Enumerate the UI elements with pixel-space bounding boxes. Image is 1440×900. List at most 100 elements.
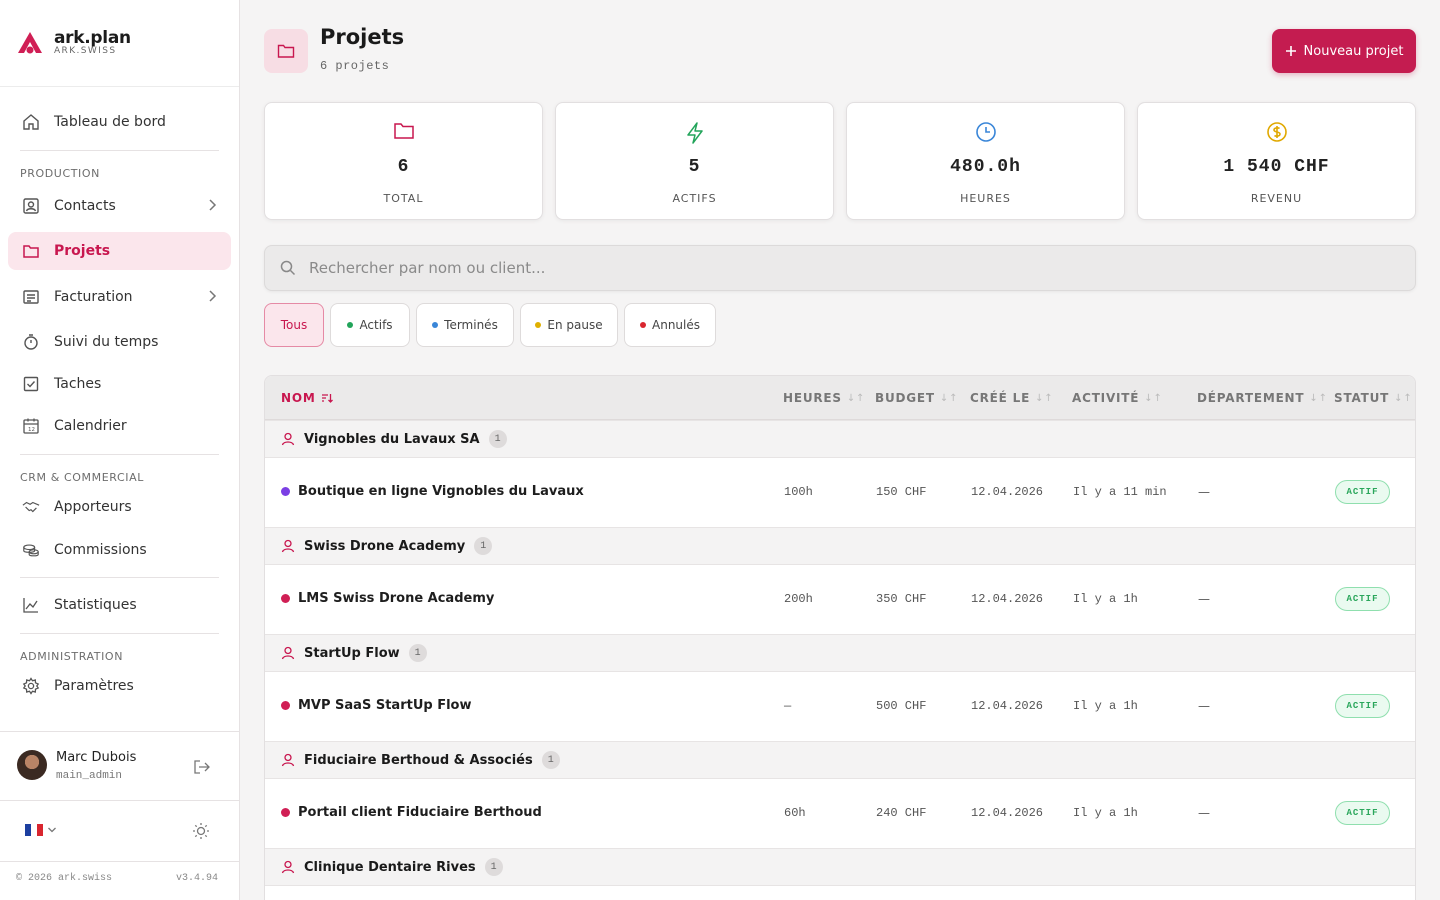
sort-icon: ↓↑: [1035, 392, 1054, 404]
folder-icon: [393, 123, 414, 139]
project-color-dot: [281, 701, 290, 710]
nav-settings[interactable]: Paramètres: [8, 667, 231, 705]
user-name: Marc Dubois: [56, 750, 137, 765]
client-group-row[interactable]: Vignobles du Lavaux SA 1: [265, 420, 1415, 458]
search-bar: [264, 245, 1416, 291]
client-group-row[interactable]: Swiss Drone Academy 1: [265, 527, 1415, 565]
stat-value: 1 540 CHF: [1223, 157, 1330, 177]
column-hours[interactable]: HEURES ↓↑: [783, 391, 865, 405]
project-department: —: [1198, 806, 1210, 820]
project-hours: 200h: [784, 592, 813, 606]
status-dot: [640, 322, 646, 328]
column-department-label: DÉPARTEMENT: [1197, 391, 1305, 405]
project-color-dot: [281, 594, 290, 603]
table-row[interactable]: MVP SaaS StartUp Flow — 500 CHF 12.04.20…: [265, 672, 1415, 741]
nav-commissions-label: Commissions: [54, 542, 147, 558]
invoice-icon: [22, 288, 40, 306]
filter-cancelled[interactable]: Annulés: [624, 303, 716, 347]
nav-calendar[interactable]: 12 Calendrier: [8, 407, 231, 445]
column-budget[interactable]: BUDGET ↓↑: [875, 391, 958, 405]
group-count-badge: 1: [484, 858, 503, 876]
brand-name: ark.plan: [54, 28, 131, 48]
group-count-badge: 1: [541, 751, 560, 769]
project-name: Portail client Fiduciaire Berthoud: [298, 805, 542, 820]
new-project-button[interactable]: Nouveau projet: [1272, 29, 1416, 73]
stat-card-revenue: 1 540 CHF REVENU: [1137, 102, 1416, 220]
client-name: Vignobles du Lavaux SA: [304, 431, 480, 447]
calendar-icon: 12: [22, 417, 40, 435]
app-version: v3.4.94: [176, 873, 219, 884]
table-header: NOM HEURES ↓↑ BUDGET ↓↑ CRÉÉ LE ↓↑ ACTIVITÉ…: [265, 376, 1415, 420]
sort-icon: ↓↑: [1144, 392, 1163, 404]
nav-billing[interactable]: Facturation: [8, 278, 231, 316]
nav-commissions[interactable]: Commissions: [8, 531, 231, 569]
nav-time-tracking[interactable]: Suivi du temps: [8, 323, 231, 361]
client-group-row[interactable]: Fiduciaire Berthoud & Associés 1: [265, 741, 1415, 779]
column-status[interactable]: STATUT ↓↑: [1334, 391, 1413, 405]
nav-projects[interactable]: Projets: [8, 232, 231, 270]
brand[interactable]: ark.plan ARK.SWISS: [0, 0, 239, 87]
project-department: —: [1198, 699, 1210, 713]
status-badge: ACTIF: [1335, 587, 1390, 611]
project-name: Boutique en ligne Vignobles du Lavaux: [298, 484, 584, 499]
project-budget: 240 CHF: [876, 806, 927, 820]
column-budget-label: BUDGET: [875, 391, 935, 405]
stat-value: 5: [688, 157, 701, 177]
flag-fr-icon: [25, 824, 43, 836]
table-row[interactable]: LMS Swiss Drone Academy 200h 350 CHF 12.…: [265, 565, 1415, 634]
project-name: LMS Swiss Drone Academy: [298, 591, 495, 606]
column-name-label: NOM: [281, 391, 316, 405]
page-title: Projets: [320, 25, 405, 49]
client-group-row[interactable]: StartUp Flow 1: [265, 634, 1415, 672]
project-budget: 150 CHF: [876, 485, 927, 499]
project-color-dot: [281, 808, 290, 817]
filter-paused[interactable]: En pause: [520, 303, 618, 347]
project-created: 12.04.2026: [971, 699, 1044, 713]
filter-all[interactable]: Tous: [264, 303, 324, 347]
clock-icon: [975, 122, 996, 142]
group-count-badge: 1: [488, 430, 507, 448]
user-profile[interactable]: Marc Dubois main_admin: [0, 731, 239, 801]
filter-finished[interactable]: Terminés: [416, 303, 514, 347]
status-badge: ACTIF: [1335, 801, 1390, 825]
sun-icon[interactable]: [192, 822, 210, 840]
nav-dashboard[interactable]: Tableau de bord: [8, 103, 231, 141]
table-row[interactable]: Portail client Fiduciaire Berthoud 60h 2…: [265, 779, 1415, 848]
filter-active[interactable]: Actifs: [330, 303, 410, 347]
column-activity[interactable]: ACTIVITÉ ↓↑: [1072, 391, 1163, 405]
group-count-badge: 1: [474, 537, 493, 555]
nav-referrers[interactable]: Apporteurs: [8, 488, 231, 526]
column-created[interactable]: CRÉÉ LE ↓↑: [970, 391, 1053, 405]
project-hours: 100h: [784, 485, 813, 499]
nav-section-admin: ADMINISTRATION: [20, 650, 124, 663]
footer-divider: [0, 861, 239, 862]
project-activity: Il y a 1h: [1073, 592, 1138, 606]
avatar: [17, 750, 47, 780]
column-name[interactable]: NOM: [281, 391, 333, 405]
project-created: 12.04.2026: [971, 592, 1044, 606]
stat-label: HEURES: [960, 192, 1011, 205]
status-badge: ACTIF: [1335, 480, 1390, 504]
language-selector[interactable]: [25, 824, 57, 836]
user-icon: [281, 753, 295, 767]
nav-calendar-label: Calendrier: [54, 418, 127, 434]
folder-icon: [277, 44, 295, 58]
chart-icon: [22, 596, 40, 614]
nav-dashboard-label: Tableau de bord: [54, 114, 166, 130]
nav-contacts[interactable]: Contacts: [8, 187, 231, 225]
client-group-row[interactable]: Clinique Dentaire Rives 1: [265, 848, 1415, 886]
search-input[interactable]: [309, 246, 1399, 290]
search-icon: [280, 260, 296, 276]
column-activity-label: ACTIVITÉ: [1072, 391, 1140, 405]
bolt-icon: [686, 122, 703, 144]
table-row[interactable]: Boutique en ligne Vignobles du Lavaux 10…: [265, 458, 1415, 527]
handshake-icon: [22, 498, 40, 516]
logout-icon[interactable]: [193, 759, 211, 775]
project-activity: Il y a 1h: [1073, 806, 1138, 820]
nav-statistics[interactable]: Statistiques: [8, 586, 231, 624]
stat-value: 480.0h: [950, 157, 1021, 177]
nav-tasks[interactable]: Taches: [8, 365, 231, 403]
nav-section-crm: CRM & COMMERCIAL: [20, 471, 144, 484]
column-department[interactable]: DÉPARTEMENT ↓↑: [1197, 391, 1328, 405]
status-dot: [535, 322, 542, 328]
